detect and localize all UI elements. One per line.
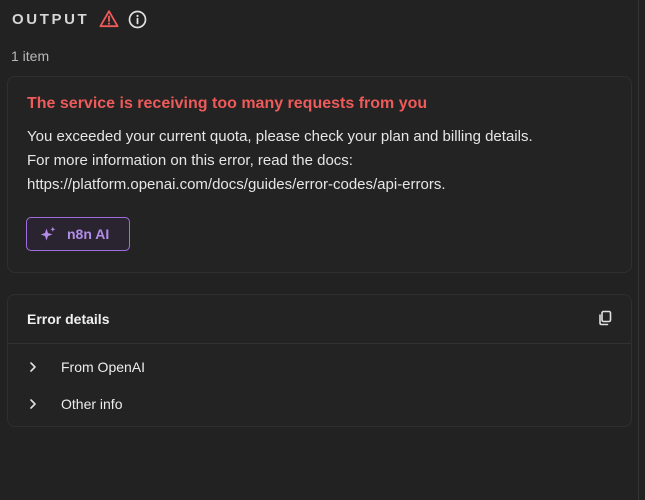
detail-row-from-openai[interactable]: From OpenAI	[27, 357, 145, 377]
error-message-line: You exceeded your current quota, please …	[27, 128, 533, 145]
error-card: The service is receiving too many reques…	[7, 76, 632, 273]
error-details-header: Error details	[8, 295, 631, 344]
info-circle-icon[interactable]	[128, 10, 147, 29]
output-title: OUTPUT	[12, 10, 90, 28]
copy-icon[interactable]	[597, 310, 613, 326]
warning-triangle-icon[interactable]	[99, 9, 119, 29]
panel-divider[interactable]	[638, 0, 639, 500]
output-header: OUTPUT	[12, 8, 147, 30]
error-docs-link[interactable]: https://platform.openai.com/docs/guides/…	[27, 173, 617, 197]
detail-row-label: Other info	[61, 396, 123, 412]
detail-row-other-info[interactable]: Other info	[27, 394, 122, 414]
ask-ai-button-label: n8n AI	[67, 226, 110, 242]
chevron-right-icon	[27, 361, 39, 373]
error-message: You exceeded your current quota, please …	[27, 125, 617, 197]
chevron-right-icon	[27, 398, 39, 410]
ask-ai-button[interactable]: n8n AI	[26, 217, 130, 251]
detail-row-label: From OpenAI	[61, 359, 146, 375]
error-details-card: Error details From OpenAI Other info	[7, 294, 632, 427]
item-count: 1 item	[11, 48, 50, 64]
error-title: The service is receiving too many reques…	[27, 95, 428, 112]
error-message-line: For more information on this error, read…	[27, 152, 353, 169]
output-panel: OUTPUT 1 item The service is receiving t…	[0, 0, 645, 500]
error-details-title: Error details	[27, 311, 110, 327]
sparkle-icon	[40, 226, 56, 242]
